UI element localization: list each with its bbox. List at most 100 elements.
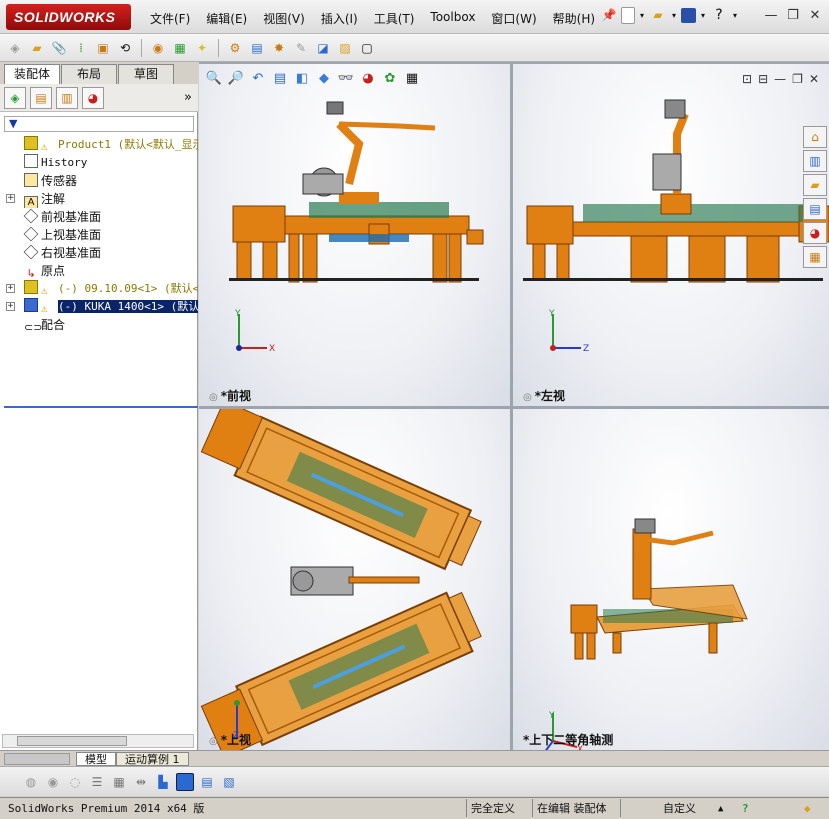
shaded-cube-icon[interactable] [176, 772, 194, 791]
configuration-manager-icon[interactable]: ▥ [56, 86, 78, 109]
custom-properties-icon[interactable]: ▦ [803, 246, 827, 268]
menu-window[interactable]: 窗口(W) [483, 10, 544, 27]
reference-geometry-icon[interactable]: ✦ [193, 39, 211, 57]
tab-motion-study-1[interactable]: 运动算例 1 [116, 752, 189, 766]
close-icon[interactable]: ✕ [807, 8, 823, 24]
display-style-icon[interactable]: ◆ [315, 70, 333, 88]
close-icon[interactable]: ✕ [809, 72, 819, 86]
graphics-area[interactable]: 🔍 🔎 ↶ ▤ ◧ ◆ 👓 ◕ ✿ ▦ Y X ◎ *前视 ⊡ ⊟ — ❐ ✕ … [199, 62, 829, 750]
expand-icon[interactable]: + [6, 284, 15, 293]
property-manager-icon[interactable]: ▤ [30, 86, 52, 109]
draft-quality-icon[interactable]: ◌ [66, 773, 84, 791]
tree-item-history[interactable]: History [4, 154, 198, 172]
apply-scene-icon[interactable]: ✿ [381, 70, 399, 88]
rebuild-icon[interactable]: ◆ [800, 799, 815, 817]
viewport-left[interactable]: ⊡ ⊟ — ❐ ✕ Y Z ◎ *左视 ⌂ ▥ ▰ ▤ ◕ ▦ [513, 64, 829, 406]
tab-navigation-arrows[interactable] [4, 753, 70, 765]
zoom-area-icon[interactable]: 🔎 [227, 70, 245, 88]
menu-file[interactable]: 文件(F) [142, 10, 198, 27]
clearance-verification-icon[interactable]: ▨ [336, 39, 354, 57]
tree-item-top-plane[interactable]: 上视基准面 [4, 226, 198, 244]
tree-item-kuka[interactable]: + ⚠ (-) KUKA 1400<1> (默认< [4, 298, 198, 316]
menu-edit[interactable]: 编辑(E) [198, 10, 255, 27]
move-component-icon[interactable]: ⟲ [116, 39, 134, 57]
menu-help[interactable]: 帮助(H) [545, 10, 603, 27]
previous-view-icon[interactable]: ↶ [249, 70, 267, 88]
linear-pattern-icon[interactable]: ⁞ [72, 39, 90, 57]
trimetric-view-model[interactable] [513, 409, 829, 750]
mate-icon[interactable]: 📎 [50, 39, 68, 57]
tree-filter[interactable]: ▼ [4, 116, 194, 132]
single-view-icon[interactable]: ⊡ [742, 72, 752, 86]
hole-alignment-icon[interactable]: ▢ [358, 39, 376, 57]
tab-layout[interactable]: 布局 [61, 64, 117, 84]
new-document-icon[interactable] [621, 6, 635, 24]
minimize-icon[interactable]: — [763, 8, 779, 24]
two-view-icon[interactable]: ⊟ [758, 72, 768, 86]
dropdown-arrow-icon[interactable]: ▾ [731, 6, 739, 24]
dropdown-arrow-icon[interactable]: ▾ [699, 6, 707, 24]
save-icon[interactable] [681, 7, 696, 23]
chart-icon[interactable]: ▙ [154, 773, 172, 791]
viewport-top[interactable]: Z ◎ *上视 [199, 409, 510, 750]
expand-icon[interactable]: + [6, 194, 15, 203]
solidworks-logo[interactable]: SOLIDWORKS [6, 4, 131, 30]
tree-item-origin[interactable]: ↳ 原点 [4, 262, 198, 280]
tab-sketch[interactable]: 草图 [118, 64, 174, 84]
tree-item-front-plane[interactable]: 前视基准面 [4, 208, 198, 226]
units-custom[interactable]: 自定义 [620, 799, 700, 817]
units-dropdown-icon[interactable]: ▲ [714, 799, 727, 817]
view-settings-icon[interactable]: ▦ [403, 70, 421, 88]
menu-view[interactable]: 视图(V) [255, 10, 313, 27]
smart-fasteners-icon[interactable]: ▣ [94, 39, 112, 57]
appearances-icon[interactable]: ◕ [803, 222, 827, 244]
interference-detection-icon[interactable]: ◪ [314, 39, 332, 57]
dropdown-arrow-icon[interactable]: ▾ [638, 6, 646, 24]
tree-item-product[interactable]: ⚠Product1 (默认<默认_显示状 [4, 136, 198, 154]
menu-tools[interactable]: 工具(T) [366, 10, 423, 27]
help-icon[interactable]: ? [710, 6, 728, 24]
viewport-trimetric[interactable]: Y X Z *上下二等角轴测 [513, 409, 829, 750]
bill-of-materials-icon[interactable]: ▤ [248, 39, 266, 57]
dropdown-arrow-icon[interactable]: ▾ [670, 6, 678, 24]
section-view-icon[interactable]: ▤ [271, 70, 289, 88]
view-palette-icon[interactable]: ▤ [803, 198, 827, 220]
view-orientation-icon[interactable]: ◧ [293, 70, 311, 88]
tree-item-subassembly[interactable]: + ⚠ (-) 09.10.09<1> (默认<< [4, 280, 198, 298]
tree-item-right-plane[interactable]: 右视基准面 [4, 244, 198, 262]
explode-line-sketch-icon[interactable]: ✎ [292, 39, 310, 57]
tree-item-sensors[interactable]: 传感器 [4, 172, 198, 190]
assembly-icon[interactable]: ◈ [6, 39, 24, 57]
dimension-icon[interactable]: ⇹ [132, 773, 150, 791]
exploded-view-icon[interactable]: ✸ [270, 39, 288, 57]
minimize-icon[interactable]: — [774, 72, 786, 86]
pin-icon[interactable]: 📌 [600, 6, 618, 24]
expand-icon[interactable]: + [6, 302, 15, 311]
restore-icon[interactable]: ❐ [785, 8, 801, 24]
viewport-front[interactable]: 🔍 🔎 ↶ ▤ ◧ ◆ 👓 ◕ ✿ ▦ Y X ◎ *前视 [199, 64, 510, 406]
display-manager-icon[interactable]: ◕ [82, 86, 104, 109]
zoom-to-fit-icon[interactable]: 🔍 [205, 70, 223, 88]
tab-assembly[interactable]: 装配体 [4, 64, 60, 84]
tree-item-mates[interactable]: ⊂⊃配合 [4, 316, 198, 334]
list-icon[interactable]: ☰ [88, 773, 106, 791]
rollback-bar[interactable] [4, 406, 198, 408]
file-explorer-icon[interactable]: ▰ [803, 174, 827, 196]
menu-insert[interactable]: 插入(I) [313, 10, 366, 27]
feature-manager-icon[interactable]: ◈ [4, 86, 26, 109]
table-icon[interactable]: ▤ [198, 773, 216, 791]
insert-component-icon[interactable]: ▰ [28, 39, 46, 57]
hide-show-icon[interactable]: 👓 [337, 70, 355, 88]
home-icon[interactable]: ⌂ [803, 126, 827, 148]
show-hidden-icon[interactable]: ◉ [149, 39, 167, 57]
new-motion-study-icon[interactable]: ⚙ [226, 39, 244, 57]
render-icon[interactable]: ▧ [220, 773, 238, 791]
shaded-icon[interactable]: ◉ [44, 773, 62, 791]
tab-model[interactable]: 模型 [76, 752, 116, 766]
grid-icon[interactable]: ▦ [110, 773, 128, 791]
open-folder-icon[interactable]: ▰ [649, 6, 667, 24]
hidden-lines-icon[interactable]: ◍ [22, 773, 40, 791]
help-badge-icon[interactable]: ? [738, 799, 753, 817]
tree-item-annotations[interactable]: + A 注解 [4, 190, 198, 208]
design-library-icon[interactable]: ▥ [803, 150, 827, 172]
